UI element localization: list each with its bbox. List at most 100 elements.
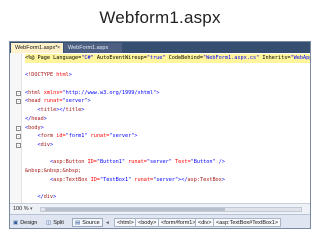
code-token: > <box>50 141 54 148</box>
horizontal-scrollbar[interactable] <box>40 207 302 212</box>
breadcrumb-div[interactable]: <div> <box>195 218 215 227</box>
code-token: CodeBehind= <box>165 55 204 61</box>
zoom-level[interactable]: 100 % <box>13 204 29 214</box>
code-text: </div> <box>25 193 56 202</box>
code-token: "true" <box>146 55 166 61</box>
breadcrumb-textbox[interactable]: <asp:TextBox#TextBox1> <box>213 218 282 227</box>
collapse-icon[interactable]: - <box>16 142 21 148</box>
code-line[interactable] <box>16 150 310 159</box>
breadcrumb-body[interactable]: <body> <box>135 218 160 227</box>
code-token: id= <box>53 133 66 140</box>
code-text: <div> <box>25 141 53 150</box>
editor-status-bar: 100 % ▾ <box>10 203 310 214</box>
code-line[interactable]: <%@ Page Language="C#" AutoEventWireup="… <box>16 54 310 63</box>
source-view-button[interactable]: ▤ Source <box>72 218 103 227</box>
code-token: title <box>65 107 82 114</box>
code-token: "form1" <box>65 133 88 140</box>
code-line[interactable] <box>16 63 310 72</box>
design-view-button[interactable]: ▣ Design <box>13 219 37 227</box>
split-view-icon: ◫ <box>46 220 52 226</box>
code-token: ></ <box>56 107 66 114</box>
code-line[interactable]: - <form id="form1" runat="server"> <box>16 132 310 141</box>
code-token: head <box>28 98 41 105</box>
breadcrumb-back-icon[interactable]: ◂ <box>106 219 109 227</box>
code-token: body <box>28 124 41 131</box>
collapse-icon[interactable]: - <box>16 99 21 105</box>
tab-webform1-modified[interactable]: WebForm1.aspx* × <box>11 43 63 53</box>
code-token: asp:Button <box>53 159 85 166</box>
code-text: <html xmlns="http://www.w3.org/1999/xhtm… <box>25 89 159 98</box>
code-token: > <box>87 98 91 105</box>
breadcrumb-form[interactable]: <form#form1> <box>158 218 199 227</box>
code-token: &nbsp;&nbsp;&nbsp; <box>25 167 82 174</box>
view-switcher-bar: ▣ Design ◫ Split ▤ Source ◂ <html> <body> <… <box>10 214 310 228</box>
code-token: "WebApplication1.W <box>290 55 311 61</box>
code-token: "Button1" <box>96 159 125 166</box>
code-token: > <box>221 176 225 183</box>
split-label: Split <box>53 220 64 226</box>
source-view-icon: ▤ <box>75 220 81 226</box>
code-token: asp:TextBox <box>187 176 222 183</box>
code-token: ID= <box>84 159 97 166</box>
code-token: > <box>68 72 72 79</box>
code-line[interactable]: - <html xmlns="http://www.w3.org/1999/xht… <box>16 89 310 98</box>
code-token: Text= <box>171 159 191 166</box>
code-area[interactable]: <%@ Page Language="C#" AutoEventWireup="… <box>16 54 310 203</box>
code-token: "WebForm1.aspx.cs" <box>203 55 260 61</box>
code-token: ID= <box>87 176 100 183</box>
code-token: </ <box>25 194 44 200</box>
code-line[interactable]: <!DOCTYPE html> <box>16 71 310 80</box>
code-token: head <box>31 115 44 122</box>
code-token: < <box>25 159 54 166</box>
code-token: /> <box>215 159 225 166</box>
code-line[interactable]: </head> <box>16 115 310 124</box>
code-token: div <box>43 194 54 200</box>
scrollbar-thumb[interactable] <box>45 208 225 211</box>
code-token: runat= <box>87 133 110 140</box>
tab-webform1[interactable]: WebForm1.aspx <box>64 43 122 53</box>
code-token: AutoEventWireup= <box>93 55 147 61</box>
chevron-down-icon[interactable]: ▾ <box>30 204 33 214</box>
code-token: > <box>43 115 47 122</box>
code-line[interactable]: - <body> <box>16 124 310 133</box>
code-token: html <box>53 72 69 79</box>
code-line[interactable]: - <div> <box>16 141 310 150</box>
code-token: title <box>40 107 57 114</box>
split-view-button[interactable]: ◫ Split <box>46 219 64 227</box>
code-line[interactable]: <asp:Button ID="Button1" runat="server" … <box>16 158 310 167</box>
code-text: <title></title> <box>25 106 84 115</box>
document-tab-strip: WebForm1.aspx* × WebForm1.aspx <box>10 42 310 53</box>
code-token: > <box>40 124 44 131</box>
code-token: <%@ Page Language= <box>25 55 82 61</box>
code-line[interactable]: <asp:TextBox ID="TextBox1" runat="server… <box>16 176 310 185</box>
code-line[interactable]: <title></title> <box>16 106 310 115</box>
code-token: runat= <box>131 176 154 183</box>
code-text: <head runat="server"> <box>25 97 91 106</box>
breadcrumb-html[interactable]: <html> <box>114 218 137 227</box>
code-line[interactable] <box>16 80 310 89</box>
code-editor[interactable]: <%@ Page Language="C#" AutoEventWireup="… <box>10 53 310 203</box>
code-line[interactable]: - <head runat="server"> <box>16 97 310 106</box>
code-line[interactable]: &nbsp;&nbsp;&nbsp; <box>16 167 310 176</box>
design-label: Design <box>20 220 38 226</box>
code-token: xmlns= <box>40 89 63 96</box>
close-icon[interactable]: × <box>57 43 60 53</box>
tab-label: WebForm1.aspx* <box>15 45 58 51</box>
code-text: <%@ Page Language="C#" AutoEventWireup="… <box>25 54 310 63</box>
code-line[interactable] <box>16 184 310 193</box>
code-token: "TextBox1" <box>99 176 132 183</box>
code-token: "C#" <box>81 55 94 61</box>
code-token: > <box>53 194 57 200</box>
ide-window: WebForm1.aspx* × WebForm1.aspx <%@ Page … <box>9 41 311 229</box>
code-token: div <box>40 141 50 148</box>
code-token: > <box>81 107 85 114</box>
code-token: html <box>28 89 41 96</box>
collapse-icon[interactable]: - <box>16 90 21 96</box>
code-token: runat= <box>40 98 63 105</box>
collapse-icon[interactable]: - <box>16 125 21 131</box>
code-line[interactable]: </div> <box>16 193 310 202</box>
collapse-icon[interactable]: - <box>16 134 21 140</box>
code-token: "http://www.w3.org/1999/xhtml" <box>62 89 157 96</box>
code-text: </head> <box>25 115 47 124</box>
design-view-icon: ▣ <box>13 220 19 226</box>
